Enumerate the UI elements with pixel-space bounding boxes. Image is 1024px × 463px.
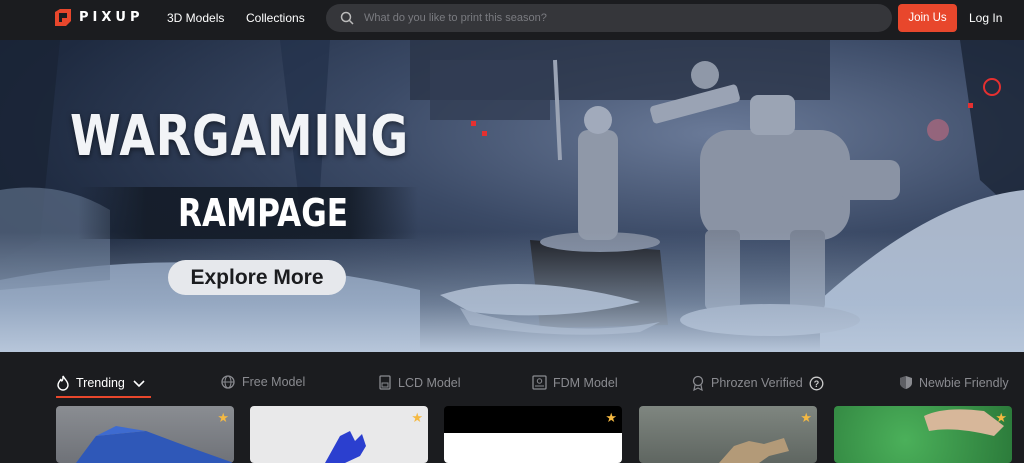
logo[interactable]: PIXUP xyxy=(55,9,143,26)
explore-more-button[interactable]: Explore More xyxy=(168,260,346,295)
tab-trending[interactable]: Trending xyxy=(56,375,145,391)
shield-icon xyxy=(899,375,913,390)
tab-phrozen-verified-label: Phrozen Verified xyxy=(711,376,803,390)
model-card[interactable]: ★ xyxy=(56,406,234,463)
tab-lcd-model-label: LCD Model xyxy=(398,375,461,390)
active-tab-indicator xyxy=(56,396,151,398)
help-icon[interactable]: ? xyxy=(809,376,824,391)
model-thumbnail xyxy=(76,426,234,463)
join-button[interactable]: Join Us xyxy=(898,4,957,32)
banner-title: WARGAMING xyxy=(70,104,410,169)
model-card[interactable]: ★ xyxy=(444,406,622,463)
tab-fdm-model[interactable]: FDM Model xyxy=(532,375,618,390)
star-icon[interactable]: ★ xyxy=(995,410,1007,426)
login-button[interactable]: Log In xyxy=(969,11,1002,25)
chevron-down-icon xyxy=(133,380,145,388)
verified-icon xyxy=(691,375,705,391)
box-icon xyxy=(532,375,547,390)
tab-trending-label: Trending xyxy=(76,376,125,390)
tab-lcd-model[interactable]: LCD Model xyxy=(378,375,461,390)
banner-subtitle: RAMPAGE xyxy=(178,191,349,235)
nav-collections[interactable]: Collections xyxy=(246,11,305,25)
star-icon[interactable]: ★ xyxy=(217,410,229,426)
star-icon[interactable]: ★ xyxy=(411,410,423,426)
top-navigation-bar: PIXUP 3D Models Collections Join Us Log … xyxy=(0,0,1024,37)
search-bar[interactable] xyxy=(326,4,892,32)
search-input[interactable] xyxy=(364,4,864,32)
brand-name: PIXUP xyxy=(79,10,144,25)
model-thumbnail xyxy=(444,433,622,463)
tab-free-model[interactable]: Free Model xyxy=(220,375,305,389)
flame-icon xyxy=(56,375,70,391)
model-thumbnail xyxy=(325,431,366,463)
model-card[interactable]: ★ xyxy=(639,406,817,463)
search-icon xyxy=(340,11,354,25)
star-icon[interactable]: ★ xyxy=(800,410,812,426)
star-icon[interactable]: ★ xyxy=(605,410,617,426)
model-thumbnail xyxy=(719,438,789,463)
svg-text:?: ? xyxy=(813,379,819,389)
globe-icon xyxy=(220,375,236,389)
pixup-logo-icon xyxy=(55,9,71,26)
tab-fdm-model-label: FDM Model xyxy=(553,375,618,390)
printer-icon xyxy=(378,375,392,390)
tab-free-model-label: Free Model xyxy=(242,375,306,389)
snow-overlay xyxy=(0,232,1024,352)
model-card[interactable]: ★ xyxy=(250,406,428,463)
hero-banner[interactable]: WARGAMING RAMPAGE Explore More xyxy=(0,40,1024,352)
tab-newbie-friendly-label: Newbie Friendly xyxy=(919,375,1009,390)
nav-3d-models[interactable]: 3D Models xyxy=(167,11,224,25)
tab-phrozen-verified[interactable]: Phrozen Verified ? xyxy=(691,375,824,391)
model-thumbnail xyxy=(924,409,1004,436)
category-tabs: Trending Free Model LCD Model FDM Model … xyxy=(0,365,1024,401)
tab-newbie-friendly[interactable]: Newbie Friendly xyxy=(899,375,1009,390)
model-card[interactable]: ★ xyxy=(834,406,1012,463)
